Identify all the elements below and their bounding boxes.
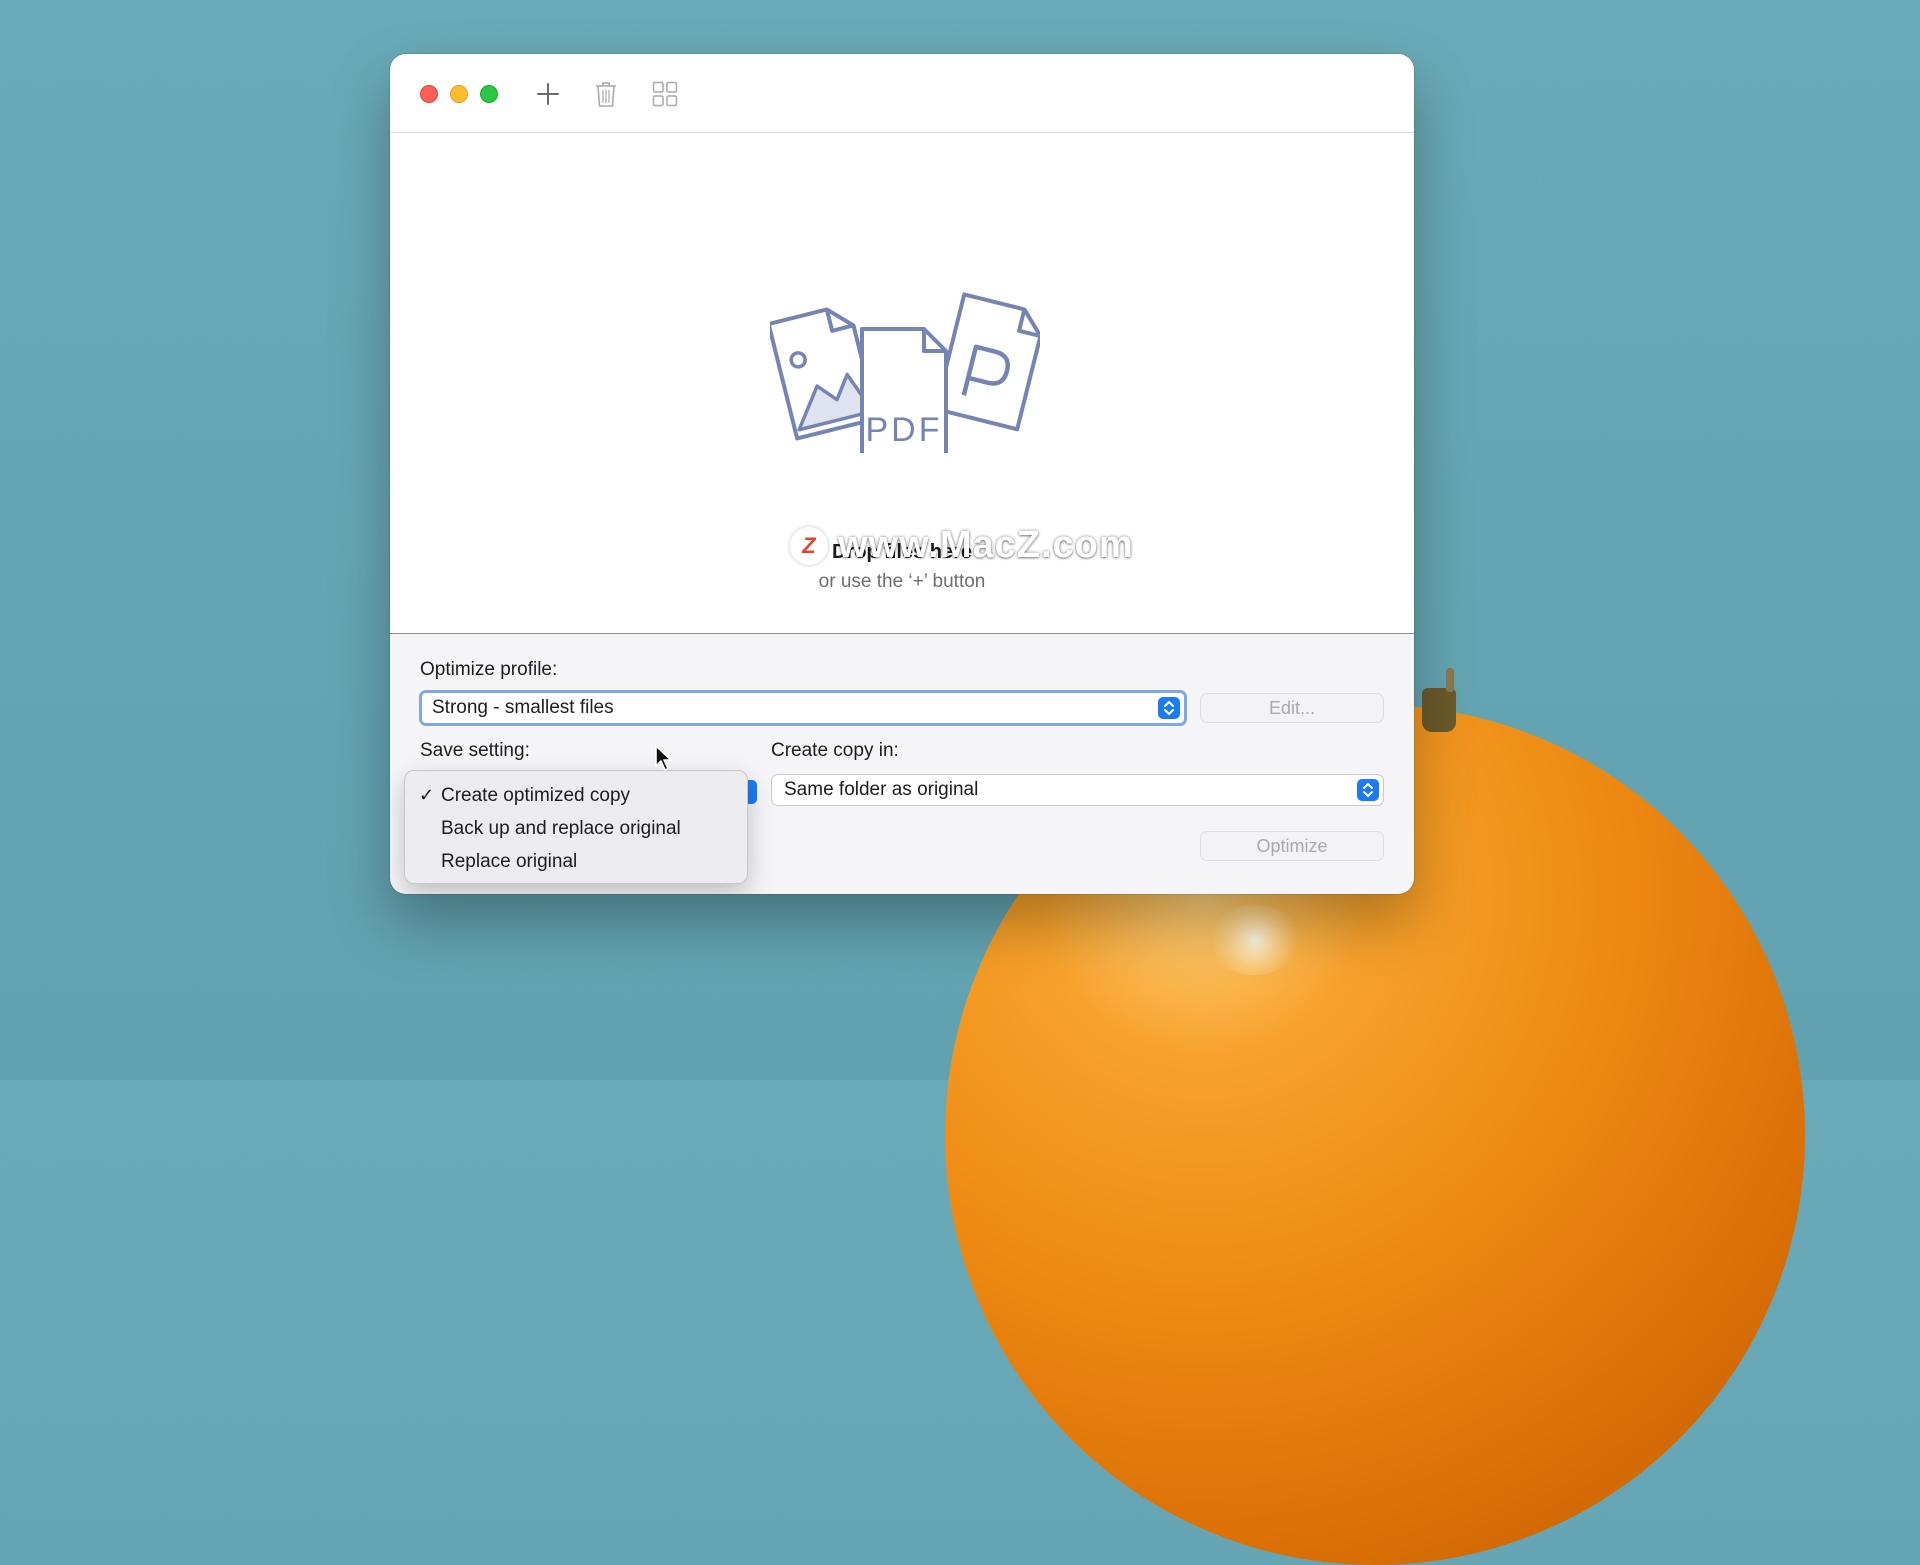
watermark-text: www.MacZ.com xyxy=(838,524,1134,566)
menu-item-backup-replace[interactable]: Back up and replace original xyxy=(405,812,747,845)
chevron-updown-icon xyxy=(1357,779,1379,801)
orange-highlight xyxy=(1210,905,1300,975)
edit-profile-button[interactable]: Edit... xyxy=(1200,693,1384,723)
create-copy-value: Same folder as original xyxy=(784,779,979,800)
optimize-button[interactable]: Optimize xyxy=(1200,831,1384,861)
create-copy-select[interactable]: Same folder as original xyxy=(771,774,1384,806)
watermark-logo-icon: Z xyxy=(790,526,828,565)
mouse-cursor-icon xyxy=(655,745,672,771)
pdf-label: PDF xyxy=(866,411,943,449)
checkmark-icon: ✓ xyxy=(419,785,435,805)
files-illustration-icon: PDF xyxy=(770,292,1040,453)
save-setting-label: Save setting: xyxy=(420,740,530,761)
save-setting-menu: ✓ Create optimized copy Back up and repl… xyxy=(404,770,748,884)
optimize-profile-value: Strong - smallest files xyxy=(432,697,614,718)
menu-item-label: Create optimized copy xyxy=(441,784,631,806)
zoom-window-button[interactable] xyxy=(480,85,498,103)
menu-item-create-optimized-copy[interactable]: ✓ Create optimized copy xyxy=(405,779,747,812)
optimize-profile-label: Optimize profile: xyxy=(420,659,558,680)
app-window: PDF Drop files here or use the ‘+’ butto… xyxy=(390,54,1414,894)
close-window-button[interactable] xyxy=(420,85,438,103)
trash-icon[interactable] xyxy=(590,78,622,110)
grid-icon[interactable] xyxy=(649,78,681,110)
menu-item-label: Replace original xyxy=(441,850,578,872)
chevron-updown-icon xyxy=(1158,697,1180,719)
titlebar xyxy=(390,54,1414,133)
minimize-window-button[interactable] xyxy=(450,85,468,103)
orange-stem-tip xyxy=(1446,668,1454,692)
menu-item-label: Back up and replace original xyxy=(441,817,681,839)
orange-stem xyxy=(1422,688,1456,732)
drop-subtitle: or use the ‘+’ button xyxy=(818,571,986,592)
plus-icon[interactable] xyxy=(532,78,564,110)
create-copy-label: Create copy in: xyxy=(771,740,899,761)
watermark: Z www.MacZ.com xyxy=(790,524,1134,567)
menu-item-replace-original[interactable]: Replace original xyxy=(405,845,747,878)
optimize-profile-select[interactable]: Strong - smallest files xyxy=(419,690,1187,726)
